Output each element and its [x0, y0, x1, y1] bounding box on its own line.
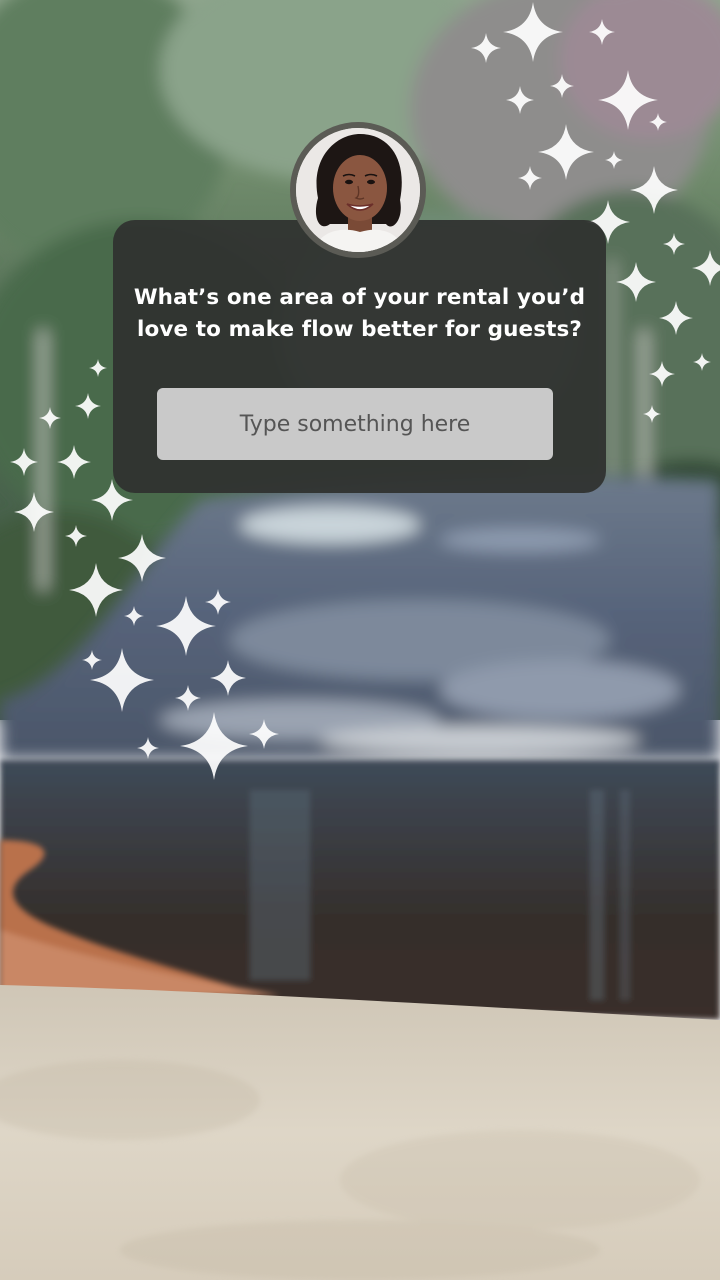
sparkle-icon — [65, 525, 87, 547]
sparkle-icon — [39, 407, 61, 429]
sparkle-icon — [503, 2, 563, 62]
sparkle-icon — [57, 445, 91, 479]
sparkle-icon — [180, 712, 248, 780]
sparkle-icon — [89, 359, 107, 377]
sparkle-icon — [82, 650, 102, 670]
sparkle-icon — [124, 606, 144, 626]
sparkle-icon — [14, 492, 54, 532]
sparkle-icon — [210, 660, 246, 696]
sparkle-icon — [156, 596, 216, 656]
sparkle-icon — [10, 448, 38, 476]
sparkle-icon — [518, 166, 542, 190]
sparkle-icon — [598, 70, 658, 130]
sparkle-icon — [175, 685, 201, 711]
sparkle-icon — [649, 113, 667, 131]
question-text: What’s one area of your rental you’d lov… — [133, 285, 586, 342]
sparkle-icon — [589, 19, 615, 45]
sparkle-icon — [506, 86, 534, 114]
sparkle-icon — [90, 648, 154, 712]
sparkle-icon — [471, 33, 501, 63]
answer-input[interactable]: Type something here — [157, 388, 553, 460]
sparkle-icon — [643, 405, 661, 423]
sparkle-icon — [137, 737, 159, 759]
sparkle-icon — [616, 262, 656, 302]
sparkle-icon — [605, 151, 623, 169]
sparkle-icon — [538, 124, 594, 180]
sparkle-icon — [249, 719, 279, 749]
sparkle-icon — [205, 589, 231, 615]
sparkle-icon — [663, 233, 685, 255]
sparkle-icon — [692, 250, 720, 286]
profile-photo-avatar[interactable] — [290, 122, 426, 258]
sparkle-icon — [649, 361, 675, 387]
sparkle-icon — [118, 534, 166, 582]
question-sticker: What’s one area of your rental you’d lov… — [113, 220, 606, 493]
sparkle-icon — [659, 301, 693, 335]
sparkle-icon — [630, 166, 678, 214]
sparkle-icon — [75, 393, 101, 419]
sparkle-icon — [550, 74, 574, 98]
sparkle-icon — [69, 563, 123, 617]
sparkle-icon — [693, 353, 711, 371]
